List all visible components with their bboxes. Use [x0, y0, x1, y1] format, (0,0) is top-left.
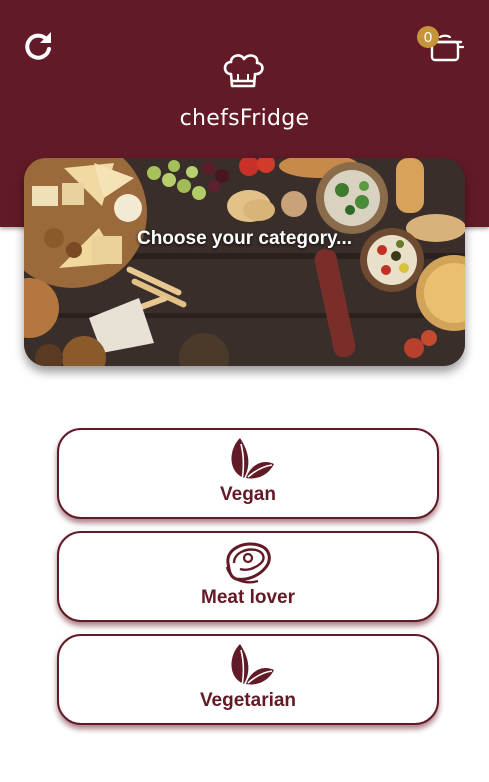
- cart-button[interactable]: 0: [414, 24, 468, 68]
- category-label: Vegan: [220, 484, 276, 505]
- leaf-icon: [231, 438, 274, 481]
- chef-hat-icon: [223, 54, 264, 88]
- refresh-button[interactable]: [18, 26, 58, 66]
- category-vegan-button[interactable]: Vegan: [57, 428, 439, 519]
- cart-count-badge: 0: [417, 26, 439, 48]
- steak-icon: [225, 542, 271, 584]
- refresh-icon: [25, 32, 51, 60]
- app-title: chefsFridge: [179, 106, 310, 131]
- category-label: Meat lover: [201, 587, 295, 608]
- category-meat-lover-button[interactable]: Meat lover: [57, 531, 439, 622]
- category-banner: Choose your category...: [24, 158, 465, 366]
- food-spread-image: [24, 158, 465, 366]
- leaf-icon: [231, 644, 274, 687]
- banner-heading: Choose your category...: [136, 228, 353, 249]
- category-vegetarian-button[interactable]: Vegetarian: [57, 634, 439, 725]
- category-label: Vegetarian: [199, 690, 297, 711]
